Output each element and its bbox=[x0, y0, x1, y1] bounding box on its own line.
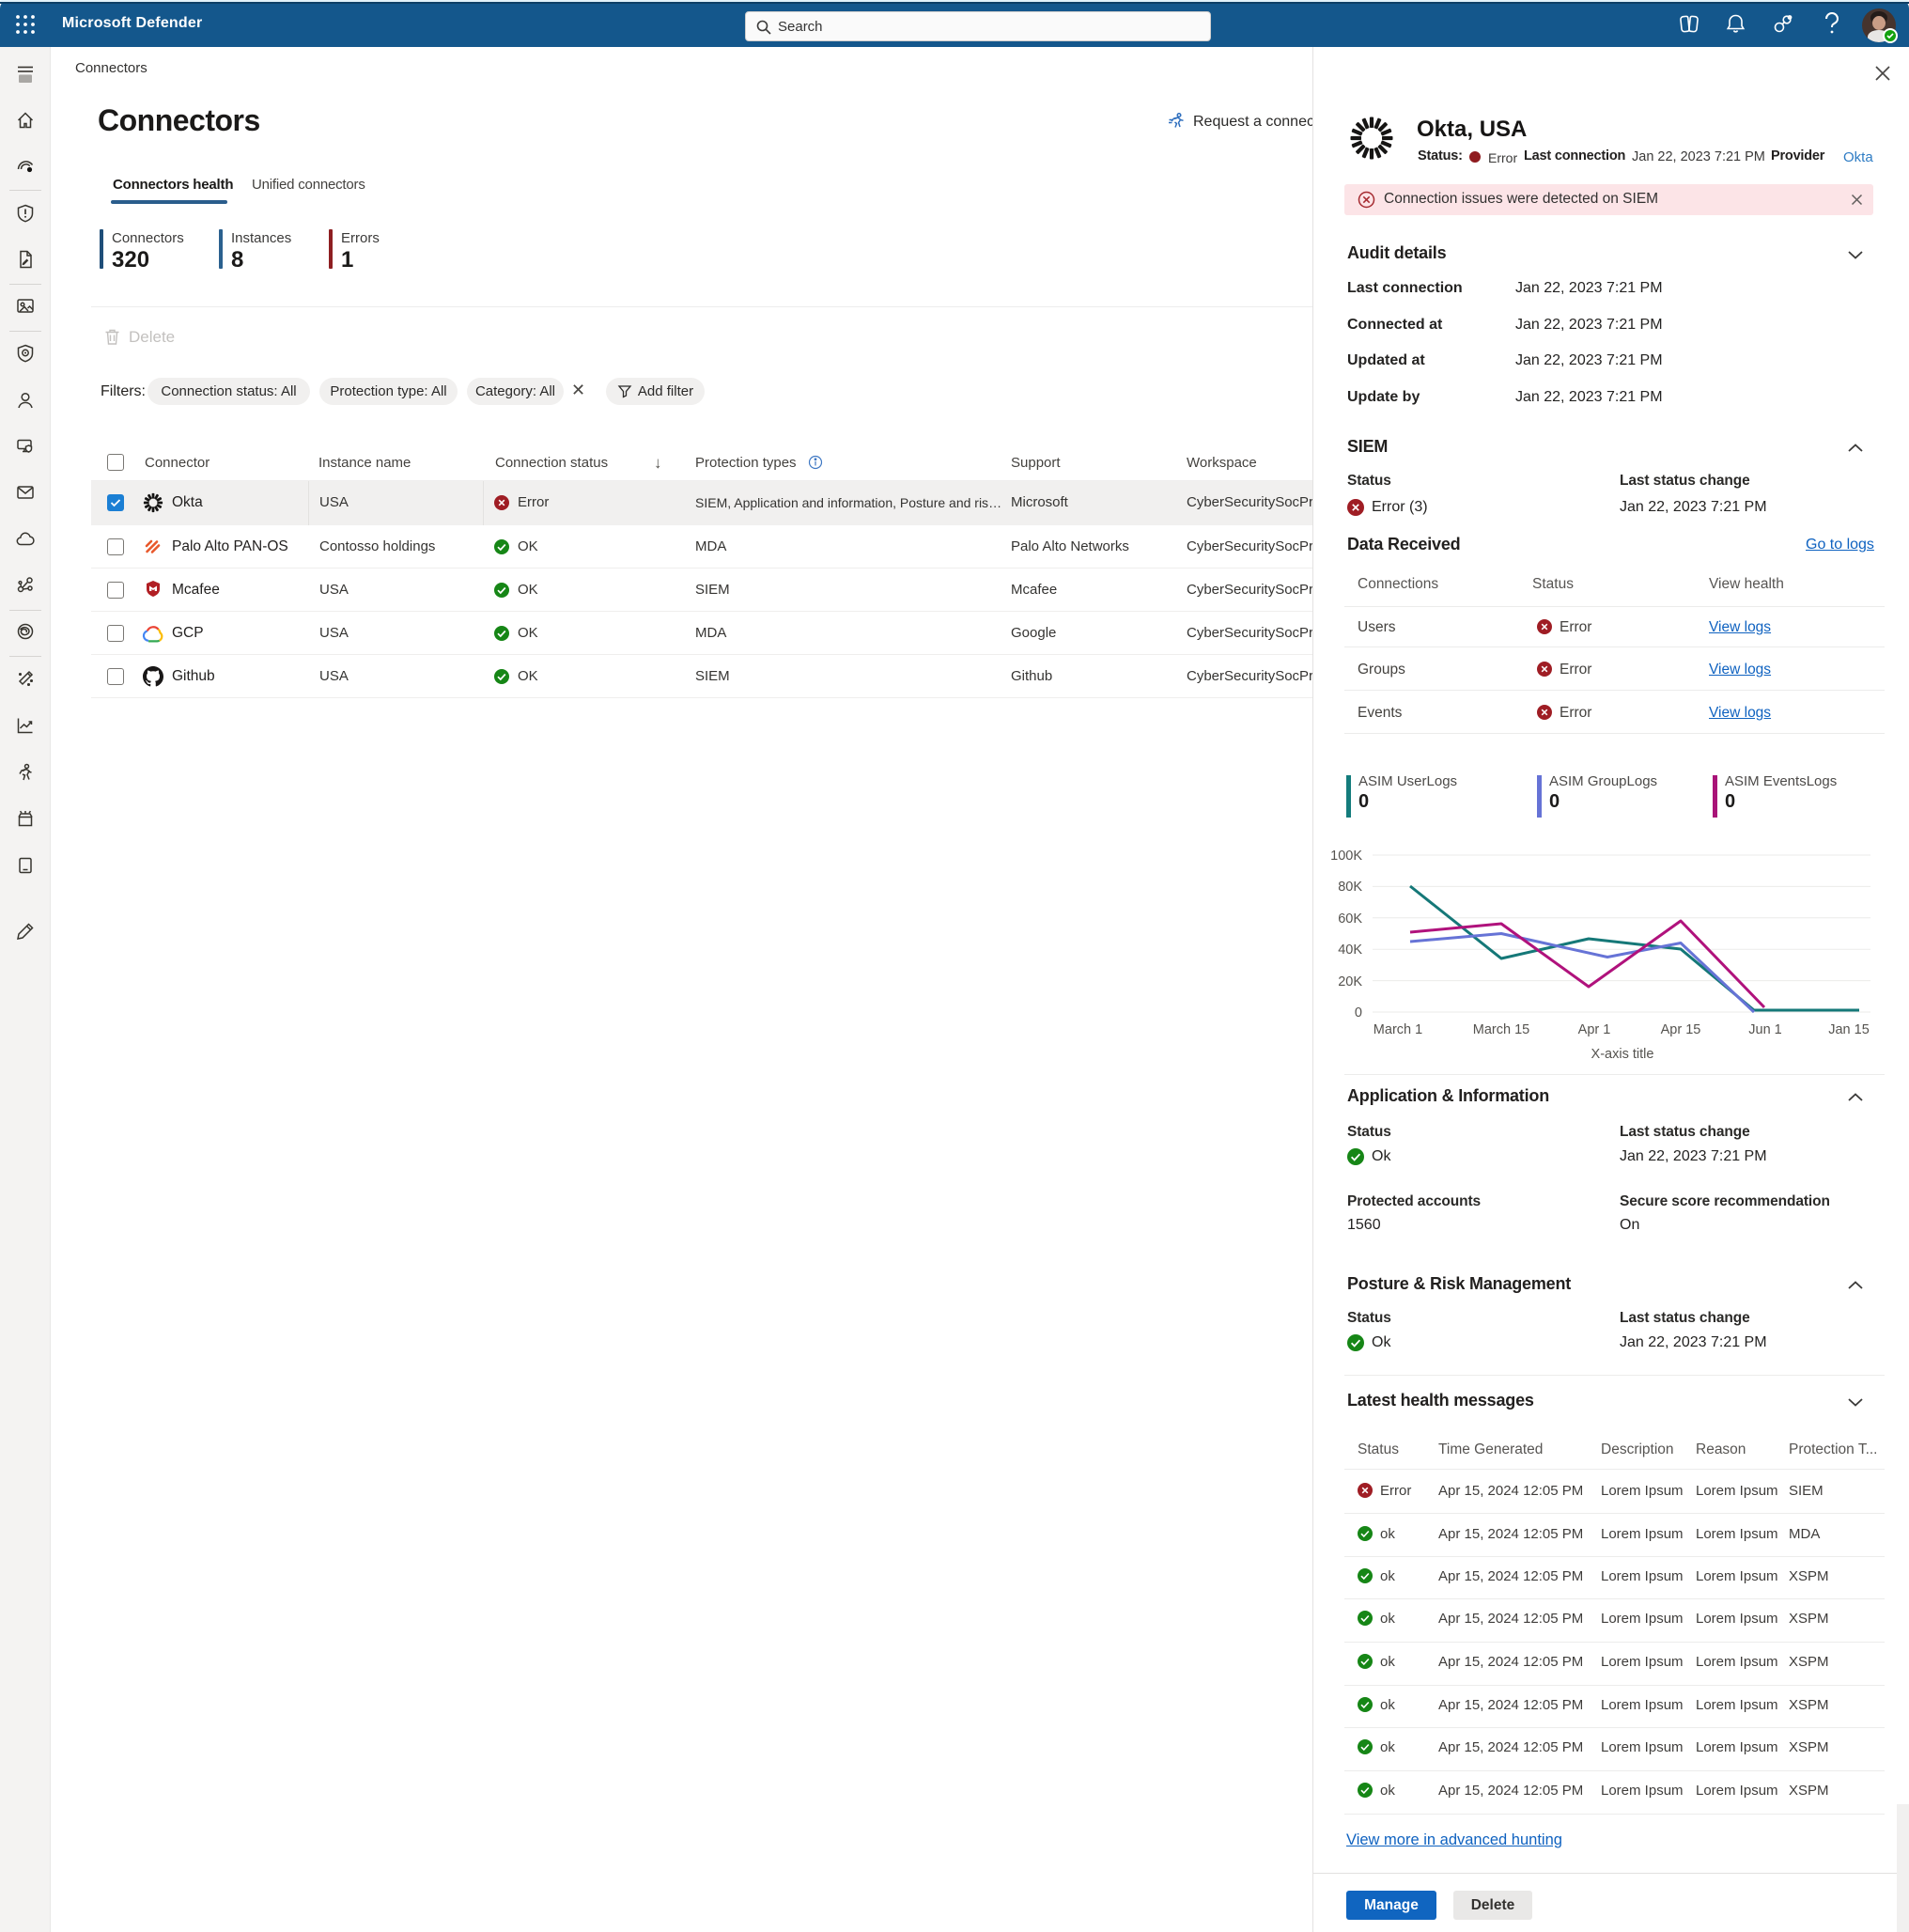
svg-text:March 1: March 1 bbox=[1374, 1022, 1422, 1037]
svg-text:100K: 100K bbox=[1330, 849, 1362, 864]
svg-text:80K: 80K bbox=[1338, 880, 1362, 895]
svg-text:60K: 60K bbox=[1338, 911, 1362, 927]
svg-text:20K: 20K bbox=[1338, 974, 1362, 989]
svg-text:Jun 1: Jun 1 bbox=[1748, 1022, 1781, 1037]
svg-text:Jan 15: Jan 15 bbox=[1828, 1022, 1870, 1037]
svg-text:X-axis title: X-axis title bbox=[1591, 1047, 1654, 1062]
svg-text:40K: 40K bbox=[1338, 943, 1362, 958]
svg-text:Apr 1: Apr 1 bbox=[1578, 1022, 1611, 1037]
svg-text:Apr 15: Apr 15 bbox=[1661, 1022, 1701, 1037]
svg-text:0: 0 bbox=[1355, 1005, 1362, 1021]
svg-text:March 15: March 15 bbox=[1473, 1022, 1529, 1037]
